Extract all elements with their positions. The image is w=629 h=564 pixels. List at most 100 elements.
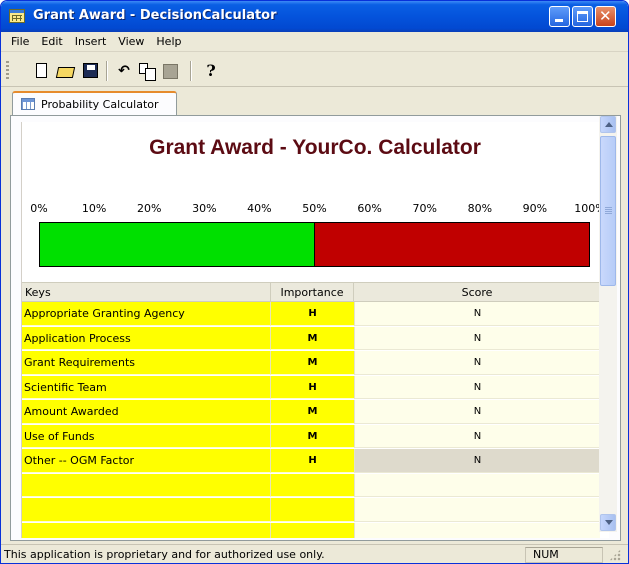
key-cell[interactable]: Grant Requirements <box>22 351 271 375</box>
importance-cell[interactable] <box>271 473 354 497</box>
menu-file[interactable]: File <box>5 33 35 51</box>
maximize-button[interactable] <box>572 6 593 27</box>
empty-row[interactable] <box>22 498 600 523</box>
percent-tick-label: 70% <box>412 202 437 215</box>
score-cell[interactable]: N <box>354 375 600 399</box>
percent-tick-label: 90% <box>522 202 548 215</box>
status-message: This application is proprietary and for … <box>4 548 325 561</box>
vertical-scrollbar[interactable] <box>599 116 617 532</box>
table-row[interactable]: Appropriate Granting Agency H N <box>22 302 600 327</box>
importance-cell[interactable]: H <box>271 449 354 473</box>
score-cell[interactable]: N <box>354 326 600 350</box>
score-cell[interactable]: N <box>354 351 600 375</box>
header-score[interactable]: Score <box>354 283 600 301</box>
undo-icon[interactable]: ↶ <box>114 61 134 81</box>
percent-tick-label: 40% <box>247 202 272 215</box>
table-row[interactable]: Use of Funds M N <box>22 424 600 449</box>
table-row[interactable]: Application Process M N <box>22 326 600 351</box>
help-icon[interactable]: ? <box>201 61 221 81</box>
probability-bar <box>39 222 590 267</box>
toolbar-grip[interactable] <box>6 61 9 81</box>
scroll-down-button[interactable] <box>600 514 616 531</box>
tab-panel: Grant Award - YourCo. Calculator 0% 10% 20… <box>10 115 621 541</box>
key-cell[interactable] <box>22 473 271 497</box>
percent-tick-label: 80% <box>467 202 493 215</box>
paste-icon[interactable] <box>161 61 181 81</box>
empty-row[interactable] <box>22 473 600 498</box>
toolbar: ↶ ? <box>1 53 628 87</box>
grid-header: Keys Importance Score <box>22 282 600 302</box>
status-bar: This application is proprietary and for … <box>1 544 628 563</box>
table-row[interactable]: Grant Requirements M N <box>22 351 600 376</box>
importance-cell[interactable] <box>271 522 354 538</box>
open-folder-icon[interactable] <box>55 61 76 81</box>
header-keys[interactable]: Keys <box>22 283 271 301</box>
importance-cell[interactable]: M <box>271 351 354 375</box>
menu-help[interactable]: Help <box>150 33 187 51</box>
empty-row[interactable] <box>22 522 600 538</box>
minimize-button[interactable] <box>549 6 570 27</box>
title-bar[interactable]: Grant Award - DecisionCalculator ✕ <box>1 1 628 32</box>
percent-tick-label: 50% <box>302 202 327 215</box>
key-cell[interactable]: Application Process <box>22 326 271 350</box>
importance-cell[interactable]: M <box>271 326 354 350</box>
importance-cell[interactable] <box>271 498 354 522</box>
table-row[interactable]: Scientific Team H N <box>22 375 600 400</box>
score-cell[interactable]: N <box>354 302 600 326</box>
tab-probability-calculator[interactable]: Probability Calculator <box>12 91 177 115</box>
grid-body: Appropriate Granting Agency H N Application… <box>22 302 600 538</box>
score-cell[interactable] <box>354 473 600 497</box>
importance-cell[interactable]: H <box>271 302 354 326</box>
menu-view[interactable]: View <box>112 33 150 51</box>
score-cell[interactable]: N <box>354 424 600 448</box>
key-cell[interactable] <box>22 498 271 522</box>
table-row[interactable]: Amount Awarded M N <box>22 400 600 425</box>
app-window: Grant Award - DecisionCalculator ✕ File … <box>0 0 629 564</box>
importance-cell[interactable]: M <box>271 424 354 448</box>
score-cell[interactable] <box>354 522 600 538</box>
close-button[interactable]: ✕ <box>595 6 616 27</box>
scroll-thumb[interactable] <box>600 136 616 286</box>
tab-strip: Probability Calculator <box>1 88 628 115</box>
key-cell[interactable]: Scientific Team <box>22 375 271 399</box>
calculator-view: Grant Award - YourCo. Calculator 0% 10% 20… <box>21 122 609 538</box>
menu-bar: File Edit Insert View Help <box>1 32 628 52</box>
spreadsheet-icon <box>21 98 35 110</box>
percent-tick-label: 10% <box>81 202 107 215</box>
resize-grip[interactable] <box>609 549 621 561</box>
menu-insert[interactable]: Insert <box>69 33 113 51</box>
score-cell[interactable] <box>354 498 600 522</box>
header-importance[interactable]: Importance <box>271 283 354 301</box>
percent-tick-label: 0% <box>30 202 48 215</box>
importance-cell[interactable]: H <box>271 375 354 399</box>
score-cell[interactable]: N <box>354 400 600 424</box>
minimize-icon <box>555 19 563 22</box>
percent-tick-label: 20% <box>136 202 162 215</box>
menu-edit[interactable]: Edit <box>35 33 68 51</box>
key-cell[interactable]: Use of Funds <box>22 424 271 448</box>
maximize-icon <box>577 11 588 22</box>
key-cell[interactable] <box>22 522 271 538</box>
save-icon[interactable] <box>81 61 101 81</box>
window-title: Grant Award - DecisionCalculator <box>33 8 277 23</box>
key-cell[interactable]: Appropriate Granting Agency <box>22 302 271 326</box>
tab-label: Probability Calculator <box>41 97 159 111</box>
percent-tick-label: 30% <box>192 202 217 215</box>
toolbar-separator <box>190 61 192 81</box>
app-icon <box>9 9 25 23</box>
calculator-title: Grant Award - YourCo. Calculator <box>149 136 481 159</box>
percent-scale: 0% 10% 20% 30% 40% 50% 60% 70% 80% 90% 100% <box>22 202 608 218</box>
keys-grid: Keys Importance Score Appropriate Granti… <box>22 282 600 538</box>
key-cell[interactable]: Amount Awarded <box>22 400 271 424</box>
probability-bar-no <box>314 223 589 266</box>
scroll-up-button[interactable] <box>600 116 616 133</box>
key-cell[interactable]: Other -- OGM Factor <box>22 449 271 473</box>
new-document-icon[interactable] <box>32 61 52 81</box>
close-icon: ✕ <box>599 7 612 25</box>
num-lock-indicator: NUM <box>525 547 603 563</box>
score-cell[interactable]: N <box>354 449 600 473</box>
importance-cell[interactable]: M <box>271 400 354 424</box>
probability-bar-yes <box>40 223 315 266</box>
copy-icon[interactable] <box>137 61 157 81</box>
table-row[interactable]: Other -- OGM Factor H N <box>22 449 600 474</box>
